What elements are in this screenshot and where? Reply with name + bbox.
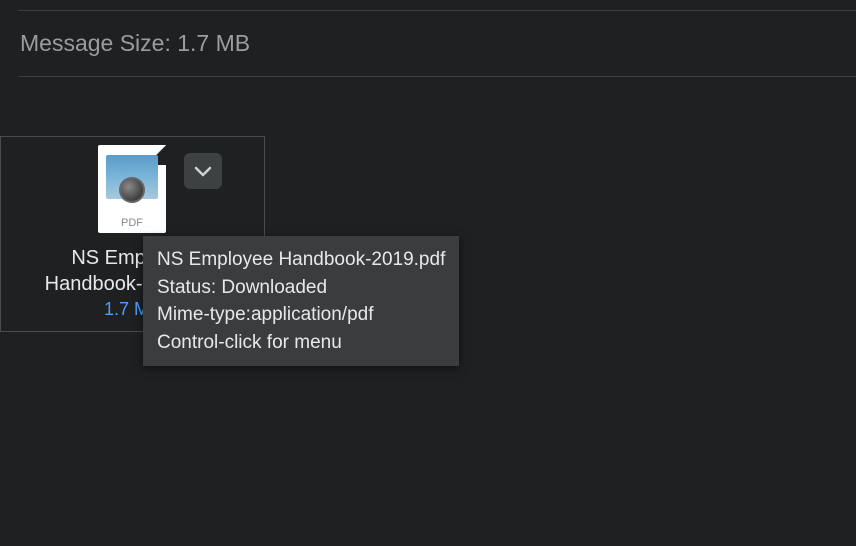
tooltip-status: Status: Downloaded (157, 274, 445, 302)
divider (18, 10, 856, 11)
message-size-label: Message Size: 1.7 MB (20, 30, 250, 57)
tooltip-mimetype: Mime-type:application/pdf (157, 301, 445, 329)
tooltip-hint: Control-click for menu (157, 329, 445, 357)
pdf-file-icon: PDF (98, 145, 166, 233)
pdf-badge-label: PDF (98, 217, 166, 229)
attachment-tooltip: NS Employee Handbook-2019.pdf Status: Do… (143, 236, 459, 366)
tooltip-filename: NS Employee Handbook-2019.pdf (157, 246, 445, 274)
divider (18, 76, 856, 77)
chevron-down-icon (194, 165, 212, 177)
attachment-menu-button[interactable] (184, 153, 222, 189)
